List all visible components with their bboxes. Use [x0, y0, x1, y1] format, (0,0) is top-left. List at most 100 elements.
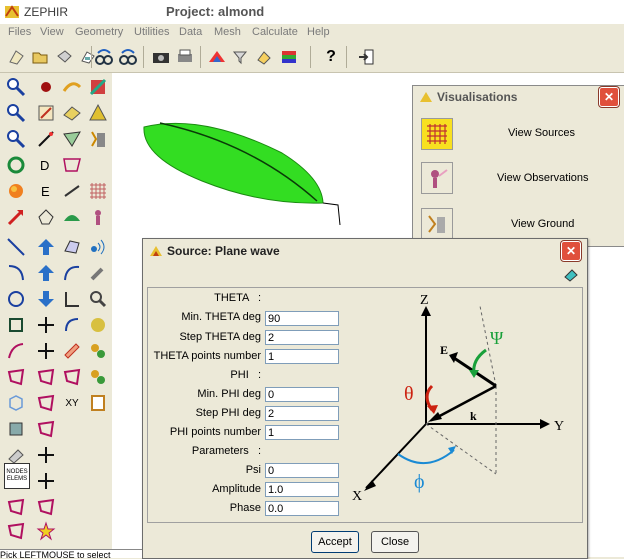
view-sources-icon[interactable] — [421, 118, 453, 150]
split-4-icon[interactable] — [34, 469, 58, 493]
circle-icon[interactable] — [4, 287, 28, 311]
patch-7-icon[interactable] — [4, 495, 28, 519]
menu-geometry[interactable]: Geometry — [75, 26, 123, 38]
arrow-icon[interactable] — [4, 205, 28, 229]
camera-icon[interactable] — [150, 46, 172, 68]
eraser-icon[interactable] — [563, 267, 579, 286]
segment-icon[interactable] — [4, 235, 28, 259]
antenna-icon[interactable] — [86, 235, 110, 259]
patch-8-icon[interactable] — [34, 495, 58, 519]
split-3-icon[interactable] — [34, 443, 58, 467]
menu-utilities[interactable]: Utilities — [134, 26, 169, 38]
patch-9-icon[interactable] — [4, 519, 28, 543]
visualisations-close-button[interactable]: ✕ — [599, 87, 619, 107]
triangle-mesh-icon[interactable] — [60, 127, 84, 151]
print-icon[interactable] — [174, 46, 196, 68]
observer-icon[interactable] — [86, 205, 110, 229]
zoom-window-icon[interactable] — [4, 127, 28, 151]
patch-2-icon[interactable] — [4, 365, 28, 389]
filter-icon[interactable] — [230, 46, 252, 68]
surface-icon[interactable] — [60, 75, 84, 99]
plate-icon[interactable] — [60, 101, 84, 125]
view-ground-icon[interactable] — [421, 208, 453, 240]
gears-icon[interactable] — [86, 339, 110, 363]
split-2-icon[interactable] — [34, 339, 58, 363]
psi-input[interactable] — [265, 463, 339, 478]
menu-data[interactable]: Data — [179, 26, 202, 38]
patch-5-icon[interactable] — [34, 391, 58, 415]
curve-icon[interactable] — [60, 261, 84, 285]
surface-patch-icon[interactable] — [60, 205, 84, 229]
zoom-out-icon[interactable] — [4, 101, 28, 125]
cube-icon[interactable] — [4, 391, 28, 415]
close-button[interactable]: Close — [371, 531, 419, 553]
edit-icon[interactable] — [34, 101, 58, 125]
step-phi-input[interactable] — [265, 406, 339, 421]
amplitude-input[interactable] — [265, 482, 339, 497]
face-icon[interactable] — [60, 235, 84, 259]
patch-6-icon[interactable] — [34, 417, 58, 441]
view-ground-label[interactable]: View Ground — [511, 218, 574, 230]
new-file-icon[interactable] — [5, 46, 27, 68]
step-theta-input[interactable] — [265, 330, 339, 345]
save-disk-icon[interactable] — [53, 46, 75, 68]
rotate-right-icon[interactable] — [117, 46, 139, 68]
gears-2-icon[interactable] — [86, 365, 110, 389]
dialog-close-x-button[interactable]: ✕ — [561, 241, 581, 261]
point-icon[interactable] — [34, 75, 58, 99]
view-observations-icon[interactable] — [421, 162, 453, 194]
theta-points-input[interactable] — [265, 349, 339, 364]
move-down-icon[interactable] — [34, 287, 58, 311]
polygon-icon[interactable] — [34, 205, 58, 229]
connect-icon[interactable] — [60, 179, 84, 203]
search-icon[interactable] — [86, 287, 110, 311]
move-up-2-icon[interactable] — [34, 261, 58, 285]
split-icon[interactable] — [34, 313, 58, 337]
rotate-left-icon[interactable] — [93, 46, 115, 68]
menu-help[interactable]: Help — [307, 26, 330, 38]
ground-plane-icon[interactable] — [86, 127, 110, 151]
line-tool-icon[interactable] — [34, 127, 58, 151]
book-icon[interactable] — [86, 391, 110, 415]
patch-4-icon[interactable] — [60, 365, 84, 389]
arc-icon[interactable] — [4, 261, 28, 285]
node-e-icon[interactable]: E — [34, 179, 58, 203]
solid-icon[interactable] — [86, 313, 110, 337]
patch-icon[interactable] — [4, 339, 28, 363]
quad-icon[interactable] — [4, 313, 28, 337]
fill-icon[interactable] — [254, 46, 276, 68]
view-observations-label[interactable]: View Observations — [497, 172, 589, 184]
min-theta-input[interactable] — [265, 311, 339, 326]
stack-icon[interactable] — [278, 46, 300, 68]
tools-icon[interactable] — [86, 261, 110, 285]
help-icon[interactable]: ? — [320, 46, 342, 68]
cylinder-icon[interactable] — [4, 417, 28, 441]
phase-input[interactable] — [265, 501, 339, 516]
patch-3-icon[interactable] — [34, 365, 58, 389]
pyramid-icon[interactable] — [86, 101, 110, 125]
measure-icon[interactable] — [60, 287, 84, 311]
arc-2-icon[interactable] — [60, 313, 84, 337]
ruler-icon[interactable] — [60, 339, 84, 363]
min-phi-input[interactable] — [265, 387, 339, 402]
star-icon[interactable] — [34, 519, 58, 543]
open-folder-icon[interactable] — [29, 46, 51, 68]
wire-mesh-icon[interactable] — [60, 153, 84, 177]
material-icon[interactable] — [86, 75, 110, 99]
recycle-icon[interactable] — [4, 153, 28, 177]
menu-view[interactable]: View — [40, 26, 64, 38]
menu-calculate[interactable]: Calculate — [252, 26, 298, 38]
exit-icon[interactable] — [355, 46, 377, 68]
xy-axes-icon[interactable]: XY — [60, 391, 84, 415]
view-sources-label[interactable]: View Sources — [508, 127, 575, 139]
accept-button[interactable]: Accept — [311, 531, 359, 553]
nodes-elems-icon[interactable]: NODES ELEMS — [4, 463, 30, 489]
sphere-icon[interactable] — [4, 179, 28, 203]
node-d-icon[interactable]: D — [34, 153, 58, 177]
move-up-icon[interactable] — [34, 235, 58, 259]
color-palette-icon[interactable] — [206, 46, 228, 68]
menu-mesh[interactable]: Mesh — [214, 26, 241, 38]
grid-icon[interactable] — [86, 179, 110, 203]
zoom-in-icon[interactable] — [4, 75, 28, 99]
phi-points-input[interactable] — [265, 425, 339, 440]
